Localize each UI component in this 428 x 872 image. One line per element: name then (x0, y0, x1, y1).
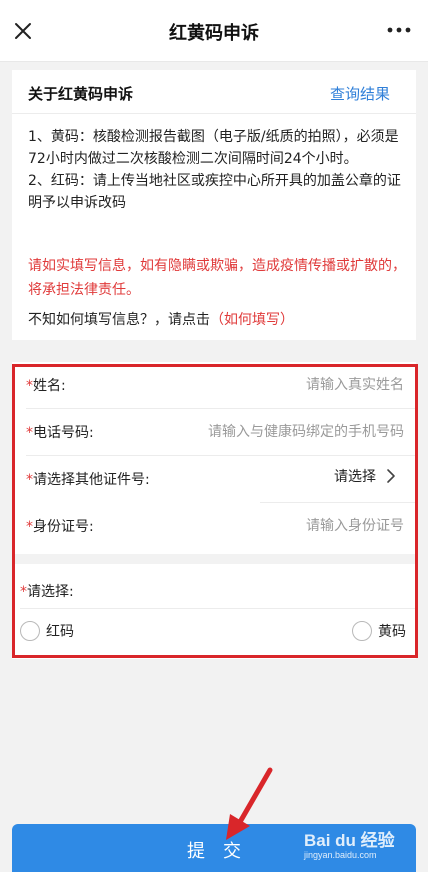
required-mark: * (26, 425, 33, 441)
section-gap (12, 554, 416, 564)
info-card-title: 关于红黄码申诉 (28, 85, 134, 103)
idtype-label: *请选择其他证件号: (26, 472, 150, 488)
howto-line: 不知如何填写信息？，请点击（如何填写） (28, 309, 294, 329)
required-mark: * (26, 519, 33, 535)
idtype-select[interactable]: 请选择 (334, 466, 396, 486)
id-number-input[interactable] (164, 511, 404, 541)
more-icon[interactable] (384, 16, 414, 44)
info-card: 关于红黄码申诉 查询结果 1、黄码：核酸检测报告截图（电子版/纸质的拍照），必须… (12, 70, 416, 340)
name-row: *姓名: (12, 362, 416, 408)
page-title: 红黄码申诉 (169, 23, 259, 44)
query-result-link[interactable]: 查询结果 (330, 83, 390, 104)
choose-label: *请选择: (20, 584, 74, 600)
required-mark: * (26, 378, 33, 394)
idtype-value: 请选择 (334, 469, 376, 485)
id-label: *身份证号: (26, 519, 94, 535)
submit-button[interactable]: 提交 (12, 824, 416, 872)
rules-text: 1、黄码：核酸检测报告截图（电子版/纸质的拍照），必须是72小时内做过二次核酸检… (28, 126, 406, 214)
warning-text: 请如实填写信息，如有隐瞒或欺骗，造成疫情传播或扩散的，将承担法律责任。 (28, 258, 406, 298)
rule-red: 2、红码：请上传当地社区或疾控中心所开具的加盖公章的证明予以申诉改码 (28, 173, 401, 211)
id-row: *身份证号: (12, 503, 416, 549)
howto-prefix: 不知如何填写信息？，请点击 (28, 312, 210, 328)
radio-red-label: 红码 (46, 624, 74, 640)
required-mark: * (26, 472, 33, 488)
rule-yellow: 1、黄码：核酸检测报告截图（电子版/纸质的拍照），必须是72小时内做过二次核酸检… (28, 129, 399, 167)
nav-bar: 红黄码申诉 (0, 0, 428, 62)
radio-red[interactable]: 红码 (20, 618, 74, 644)
chevron-right-icon (387, 469, 395, 483)
required-mark: * (20, 584, 27, 600)
phone-label: *电话号码: (26, 425, 94, 441)
phone-row: *电话号码: (12, 409, 416, 455)
howto-link[interactable]: （如何填写） (210, 312, 294, 328)
name-label: *姓名: (26, 378, 66, 394)
divider (20, 608, 416, 609)
radio-yellow[interactable]: 黄码 (352, 618, 406, 644)
name-input[interactable] (164, 370, 404, 400)
radio-circle[interactable] (20, 621, 40, 641)
info-card-header: 关于红黄码申诉 查询结果 (12, 70, 416, 114)
idtype-row[interactable]: *请选择其他证件号: 请选择 (12, 456, 416, 502)
appeal-form: *姓名: *电话号码: *请选择其他证件号: 请选择 *身份证号: *请选择: … (12, 362, 416, 659)
phone-input[interactable] (164, 417, 404, 447)
radio-circle[interactable] (352, 621, 372, 641)
radio-yellow-label: 黄码 (378, 624, 406, 640)
